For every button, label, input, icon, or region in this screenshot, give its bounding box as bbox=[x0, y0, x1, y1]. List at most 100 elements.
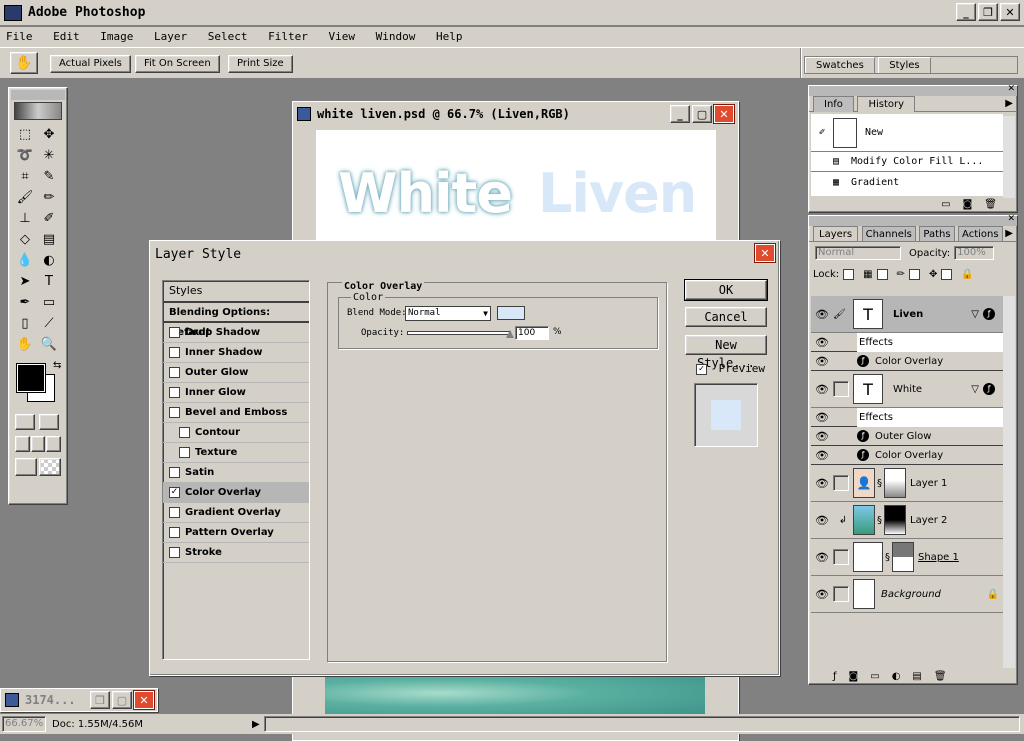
tab-channels[interactable]: Channels bbox=[861, 226, 916, 241]
visibility-eye-icon[interactable]: 👁 bbox=[811, 446, 833, 465]
zoom-field[interactable]: 66.67% bbox=[2, 716, 46, 732]
menu-filter[interactable]: Filter bbox=[268, 30, 308, 43]
pen-tool-icon[interactable]: ✒ bbox=[15, 292, 35, 312]
style-item[interactable]: Satin bbox=[163, 463, 309, 483]
layer-row-layer2[interactable]: 👁 ↲ § Layer 2 bbox=[811, 502, 1003, 539]
effects-row[interactable]: 👁 Effects bbox=[811, 332, 1003, 352]
style-item[interactable]: ✓ Color Overlay bbox=[163, 483, 309, 503]
print-size-button[interactable]: Print Size bbox=[228, 55, 293, 73]
tab-layers[interactable]: Layers bbox=[813, 226, 859, 241]
doc-minimize-button[interactable]: _ bbox=[670, 105, 690, 123]
visibility-eye-icon[interactable]: 👁 bbox=[811, 308, 833, 321]
crop-tool-icon[interactable]: ⌗ bbox=[15, 166, 35, 186]
layers-menu-icon[interactable]: ▶ bbox=[1005, 228, 1013, 239]
marquee-tool-icon[interactable]: ⬚ bbox=[15, 124, 35, 144]
swap-colors-icon[interactable]: ⇆ bbox=[53, 360, 61, 371]
history-item[interactable]: ▦ Gradient bbox=[811, 172, 1003, 192]
visibility-eye-icon[interactable]: 👁 bbox=[811, 352, 833, 371]
hand-tool-icon[interactable]: ✋ bbox=[10, 52, 38, 74]
menu-edit[interactable]: Edit bbox=[53, 30, 80, 43]
menu-help[interactable]: Help bbox=[436, 30, 463, 43]
style-item[interactable]: Pattern Overlay bbox=[163, 523, 309, 543]
preview-checkbox[interactable]: ✓ bbox=[696, 363, 707, 375]
slice-tool-icon[interactable]: ✎ bbox=[39, 166, 59, 186]
blend-mode-dropdown[interactable]: Normal ▼ bbox=[405, 306, 491, 321]
tab-actions[interactable]: Actions bbox=[958, 226, 1003, 241]
layer-row-white[interactable]: 👁 T White ▽ ƒ bbox=[811, 371, 1003, 408]
pencil-tool-icon[interactable]: ✏ bbox=[39, 187, 59, 207]
standard-mode-icon[interactable] bbox=[15, 414, 35, 430]
style-checkbox[interactable]: ✓ bbox=[169, 486, 180, 498]
minimized-window[interactable]: 3174... ❐ ▢ ✕ bbox=[0, 688, 158, 712]
cancel-button[interactable]: Cancel bbox=[685, 307, 767, 327]
style-checkbox[interactable] bbox=[169, 326, 180, 338]
tab-styles[interactable]: Styles bbox=[878, 57, 931, 73]
doc-maximize-button[interactable]: ▢ bbox=[692, 105, 712, 123]
style-checkbox[interactable] bbox=[169, 526, 180, 538]
fit-on-screen-button[interactable]: Fit On Screen bbox=[135, 55, 220, 73]
doc-close-button[interactable]: ✕ bbox=[714, 105, 734, 123]
lock-image-checkbox[interactable] bbox=[876, 268, 888, 280]
style-item[interactable]: Stroke bbox=[163, 543, 309, 563]
effects-expand-icon[interactable]: ▽ bbox=[971, 384, 979, 395]
tab-info[interactable]: Info bbox=[813, 96, 854, 112]
style-item[interactable]: Contour bbox=[163, 423, 309, 443]
screen-mode-full-menu-icon[interactable] bbox=[30, 436, 46, 452]
menu-view[interactable]: View bbox=[329, 30, 356, 43]
visibility-eye-icon[interactable]: 👁 bbox=[811, 333, 833, 352]
style-checkbox[interactable] bbox=[179, 446, 190, 458]
dodge-tool-icon[interactable]: ◐ bbox=[39, 250, 59, 270]
history-snapshot-icon[interactable]: ◙ bbox=[963, 199, 973, 210]
layers-close-icon[interactable]: ✕ bbox=[1007, 214, 1015, 224]
app-close-button[interactable]: ✕ bbox=[1000, 3, 1020, 21]
effects-row[interactable]: 👁 Effects bbox=[811, 407, 1003, 427]
dialog-close-button[interactable]: ✕ bbox=[755, 244, 775, 262]
actual-pixels-button[interactable]: Actual Pixels bbox=[50, 55, 131, 73]
preview-checkbox-row[interactable]: ✓ Preview bbox=[696, 362, 765, 375]
transparency-icon[interactable] bbox=[39, 458, 61, 476]
history-brush-tool-icon[interactable]: ✐ bbox=[39, 208, 59, 228]
clone-stamp-tool-icon[interactable]: ⊥ bbox=[15, 208, 35, 228]
eraser-tool-icon[interactable]: ◇ bbox=[15, 229, 35, 249]
blur-tool-icon[interactable]: 💧 bbox=[15, 250, 35, 270]
jump-to-imageready-icon[interactable] bbox=[15, 458, 37, 476]
style-checkbox[interactable] bbox=[169, 506, 180, 518]
history-menu-icon[interactable]: ▶ bbox=[1005, 98, 1013, 109]
effect-color-overlay-row[interactable]: 👁 ƒ Color Overlay bbox=[811, 446, 1003, 465]
style-item[interactable]: Inner Shadow bbox=[163, 343, 309, 363]
visibility-eye-icon[interactable]: 👁 bbox=[811, 427, 833, 446]
history-new-doc-icon[interactable]: ▭ bbox=[941, 199, 950, 210]
history-delete-icon[interactable]: 🗑 bbox=[984, 199, 997, 210]
menu-select[interactable]: Select bbox=[208, 30, 248, 43]
layer-row-shape1[interactable]: 👁 § Shape 1 bbox=[811, 539, 1003, 576]
path-selection-tool-icon[interactable]: ➤ bbox=[15, 271, 35, 291]
overlay-color-swatch[interactable] bbox=[497, 306, 525, 320]
screen-mode-full-icon[interactable] bbox=[46, 436, 62, 452]
blending-options-item[interactable]: Blending Options: Default bbox=[163, 303, 309, 338]
style-item[interactable]: Inner Glow bbox=[163, 383, 309, 403]
opacity-input[interactable]: 100 bbox=[515, 326, 549, 340]
style-item[interactable]: Bevel and Emboss bbox=[163, 403, 309, 423]
app-minimize-button[interactable]: _ bbox=[956, 3, 976, 21]
visibility-eye-icon[interactable]: 👁 bbox=[811, 408, 833, 427]
style-item[interactable]: Gradient Overlay bbox=[163, 503, 309, 523]
effect-outer-glow-row[interactable]: 👁 ƒ Outer Glow bbox=[811, 427, 1003, 446]
delete-layer-icon[interactable]: 🗑 bbox=[934, 671, 947, 682]
status-menu-arrow-icon[interactable]: ▶ bbox=[252, 719, 260, 730]
tab-history[interactable]: History bbox=[857, 96, 916, 112]
lock-transparency-checkbox[interactable] bbox=[843, 268, 855, 280]
visibility-eye-icon[interactable]: 👁 bbox=[811, 477, 833, 490]
new-style-button[interactable]: New Style... bbox=[685, 335, 767, 370]
layer-row-background[interactable]: 👁 Background 🔒 bbox=[811, 576, 1003, 613]
layers-opacity-field[interactable]: 100% bbox=[954, 246, 995, 260]
tab-paths[interactable]: Paths bbox=[919, 226, 955, 241]
style-checkbox[interactable] bbox=[179, 426, 190, 438]
style-item[interactable]: Texture bbox=[163, 443, 309, 463]
visibility-eye-icon[interactable]: 👁 bbox=[811, 588, 833, 601]
blend-mode-select[interactable]: Normal bbox=[815, 246, 901, 260]
style-checkbox[interactable] bbox=[169, 466, 180, 478]
visibility-eye-icon[interactable]: 👁 bbox=[811, 514, 833, 527]
brush-tool-icon[interactable]: 🖌 bbox=[15, 187, 35, 207]
visibility-eye-icon[interactable]: 👁 bbox=[811, 383, 833, 396]
notes-tool-icon[interactable]: ▯ bbox=[15, 313, 35, 333]
